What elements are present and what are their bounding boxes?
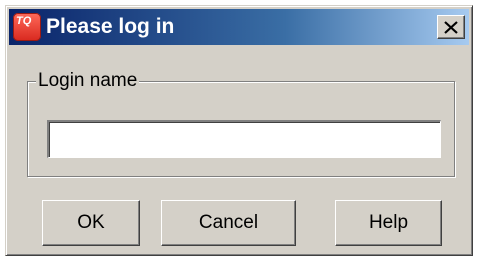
help-button[interactable]: Help: [335, 200, 442, 246]
login-dialog: TQ Please log in Login name OK Cancel He…: [5, 5, 473, 256]
close-button[interactable]: [437, 15, 465, 39]
app-icon: TQ: [13, 13, 41, 41]
cancel-button[interactable]: Cancel: [161, 200, 296, 246]
window-title: Please log in: [46, 15, 175, 38]
login-name-label: Login name: [36, 70, 140, 92]
ok-button[interactable]: OK: [42, 200, 140, 246]
login-name-input[interactable]: [47, 120, 441, 158]
app-icon-label: TQ: [16, 15, 32, 27]
close-icon: [444, 20, 458, 34]
title-bar[interactable]: TQ Please log in: [9, 9, 469, 45]
login-name-group: Login name: [27, 70, 455, 177]
